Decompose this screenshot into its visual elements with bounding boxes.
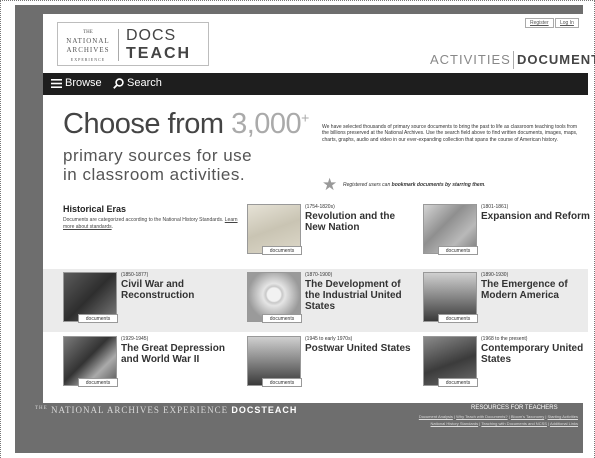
login-link[interactable]: Log In <box>555 18 579 28</box>
border-top <box>0 0 595 1</box>
era-date: (1801-1861) <box>481 204 509 210</box>
footer-resources-title: RESOURCES FOR TEACHERS <box>471 405 558 411</box>
star-note-bold: bookmark documents by starring them <box>391 182 485 188</box>
browse-button[interactable]: Browse <box>51 77 102 89</box>
nav-activities[interactable]: ACTIVITIES <box>430 52 511 67</box>
eras-desc-text: Documents are categorized according to t… <box>63 217 225 223</box>
era-date: (1890-1930) <box>481 272 509 278</box>
search-label: Search <box>127 77 162 89</box>
footer-brand[interactable]: THE NATIONAL ARCHIVES EXPERIENCE DOCSTEA… <box>35 405 297 415</box>
footer-link-starting-activities[interactable]: Starting Activities <box>548 414 578 419</box>
era-title[interactable]: Postwar United States <box>305 343 417 354</box>
eras-desc-end: . <box>111 223 114 230</box>
documents-tag: documents <box>438 314 478 323</box>
border-left <box>0 0 1 458</box>
era-depression[interactable]: documents (1929-1945) The Great Depressi… <box>63 336 233 394</box>
era-contemporary[interactable]: documents (1968 to the present) Contempo… <box>423 336 593 394</box>
footer-docsteach: DOCSTEACH <box>231 405 298 415</box>
era-date: (1850-1877) <box>121 272 149 278</box>
footer-link-additional[interactable]: Additional Links <box>550 421 578 426</box>
era-title[interactable]: Revolution and the New Nation <box>305 211 417 233</box>
register-link[interactable]: Register <box>525 18 554 28</box>
logo-docs: DOCS <box>126 27 177 44</box>
documents-tag: documents <box>438 378 478 387</box>
era-date: (1754-1820s) <box>305 204 335 210</box>
hero-plus: + <box>301 109 309 126</box>
footer-link-document-analysis[interactable]: Document Analysis <box>419 414 453 419</box>
star-note-suffix: . <box>484 182 486 188</box>
era-expansion[interactable]: documents (1801-1861) Expansion and Refo… <box>423 204 593 262</box>
national-archives-experience-logo: THE NATIONAL ARCHIVES EXPERIENCE <box>62 28 114 64</box>
era-modern-america[interactable]: documents (1890-1930) The Emergence of M… <box>423 272 593 330</box>
browse-label: Browse <box>65 77 102 89</box>
hero-prefix: Choose from <box>63 108 232 140</box>
logo-archives: ARCHIVES <box>66 46 110 54</box>
star-note: Registered users can bookmark documents … <box>343 182 486 188</box>
menu-icon <box>51 78 62 88</box>
hero-description: We have selected thousands of primary so… <box>322 124 578 143</box>
era-title[interactable]: Contemporary United States <box>481 343 593 365</box>
footer-links: Document Analysis | Why Teach with Docum… <box>418 414 578 426</box>
toolbar: Browse Search <box>43 73 588 95</box>
logo-national: NATIONAL <box>66 37 110 45</box>
documents-tag: documents <box>262 378 302 387</box>
era-title[interactable]: Expansion and Reform <box>481 211 593 222</box>
era-date: (1870-1900) <box>305 272 333 278</box>
era-date: (1945 to early 1970s) <box>305 336 353 342</box>
era-title[interactable]: The Development of the Industrial United… <box>305 279 417 312</box>
documents-tag: documents <box>78 378 118 387</box>
documents-tag: documents <box>78 314 118 323</box>
documents-tag: documents <box>262 314 302 323</box>
footer-link-blooms-taxonomy[interactable]: Bloom's Taxonomy <box>511 414 544 419</box>
page-content: THE NATIONAL ARCHIVES EXPERIENCE DOCS TE… <box>43 14 595 403</box>
era-postwar[interactable]: documents (1945 to early 1970s) Postwar … <box>247 336 417 394</box>
era-title[interactable]: The Emergence of Modern America <box>481 279 593 301</box>
logo-teach: TEACH <box>126 45 192 62</box>
page-frame: THE NATIONAL ARCHIVES EXPERIENCE DOCS TE… <box>15 5 595 453</box>
eras-description: Documents are categorized according to t… <box>63 217 247 230</box>
footer-brand-name: NATIONAL ARCHIVES EXPERIENCE <box>50 405 229 415</box>
footer-link-history-standards[interactable]: National History Standards <box>431 421 479 426</box>
search-button[interactable]: Search <box>113 77 162 89</box>
logo-divider <box>118 29 119 61</box>
docsteach-logo[interactable]: THE NATIONAL ARCHIVES EXPERIENCE DOCS TE… <box>57 22 209 66</box>
era-date: (1929-1945) <box>121 336 149 342</box>
hero-subline-1: primary sources for use <box>63 146 253 165</box>
documents-tag: documents <box>262 246 302 255</box>
search-icon <box>113 77 124 89</box>
logo-experience: EXPERIENCE <box>70 57 106 62</box>
era-date: (1968 to the present) <box>481 336 528 342</box>
era-title[interactable]: The Great Depression and World War II <box>121 343 233 365</box>
documents-tag: documents <box>438 246 478 255</box>
hero-number: 3,000 <box>231 108 302 140</box>
eras-heading: Historical Eras <box>63 204 127 214</box>
star-note-prefix: Registered users can <box>343 182 392 188</box>
hero-subline-2: in classroom activities. <box>63 165 246 184</box>
nav-divider <box>513 51 514 69</box>
era-industrial[interactable]: documents (1870-1900) The Development of… <box>247 272 417 330</box>
logo-the: THE <box>83 30 93 35</box>
hero-headline: Choose from 3,000+ <box>63 108 309 141</box>
era-title[interactable]: Civil War and Reconstruction <box>121 279 233 301</box>
footer-link-why-teach[interactable]: Why Teach with Documents? <box>456 414 508 419</box>
era-revolution[interactable]: documents (1754-1820s) Revolution and th… <box>247 204 417 262</box>
star-icon: ★ <box>322 175 338 194</box>
nav-documents[interactable]: DOCUMENTS <box>517 52 595 67</box>
footer-link-ncss[interactable]: Teaching with Documents and NCSS <box>481 421 547 426</box>
era-civil-war[interactable]: documents (1850-1877) Civil War and Reco… <box>63 272 233 330</box>
footer-the: THE <box>35 406 48 411</box>
